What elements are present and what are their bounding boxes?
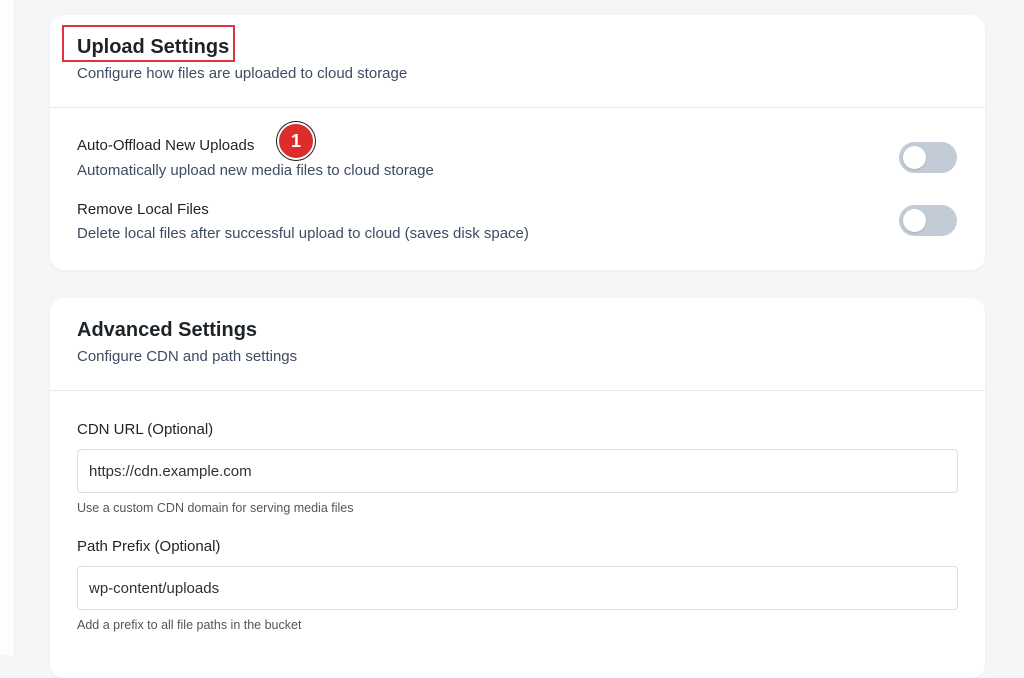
upload-settings-card: Upload Settings Configure how files are …: [50, 15, 985, 270]
advanced-settings-title: Advanced Settings: [77, 319, 258, 341]
annotation-badge: 1: [277, 122, 315, 160]
advanced-settings-card: Advanced Settings Configure CDN and path…: [50, 298, 985, 678]
auto-offload-toggle[interactable]: [899, 142, 957, 173]
remove-local-files-toggle[interactable]: [899, 205, 957, 236]
card-divider: [50, 107, 985, 108]
remove-local-files-description: Delete local files after successful uplo…: [77, 225, 529, 242]
upload-settings-title: Upload Settings: [77, 36, 230, 58]
path-prefix-label: Path Prefix (Optional): [77, 538, 221, 555]
card-divider: [50, 390, 985, 391]
advanced-settings-subtitle: Configure CDN and path settings: [77, 348, 298, 365]
path-prefix-input[interactable]: [77, 566, 958, 610]
path-prefix-help: Add a prefix to all file paths in the bu…: [77, 618, 302, 632]
auto-offload-description: Automatically upload new media files to …: [77, 162, 434, 179]
admin-sidebar-edge: [0, 0, 15, 655]
auto-offload-label: Auto-Offload New Uploads: [77, 137, 255, 154]
remove-local-files-label: Remove Local Files: [77, 201, 209, 218]
toggle-knob: [903, 146, 926, 169]
cdn-url-label: CDN URL (Optional): [77, 421, 214, 438]
cdn-url-input[interactable]: [77, 449, 958, 493]
cdn-url-help: Use a custom CDN domain for serving medi…: [77, 501, 354, 515]
toggle-knob: [903, 209, 926, 232]
upload-settings-subtitle: Configure how files are uploaded to clou…: [77, 65, 408, 82]
